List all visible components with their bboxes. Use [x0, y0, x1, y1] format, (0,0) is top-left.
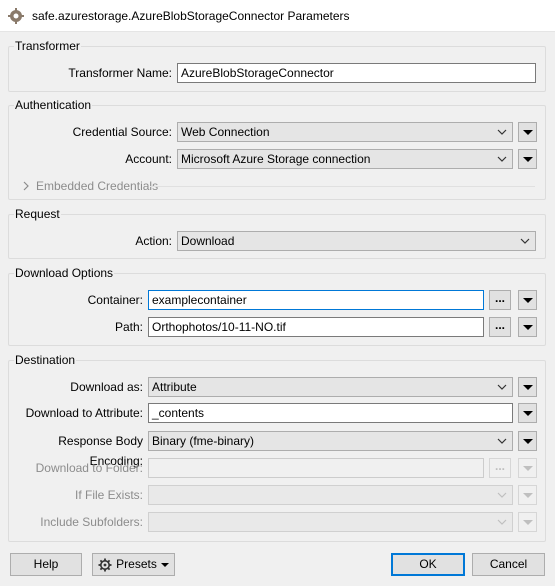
download-to-attribute-label: Download to Attribute:	[25, 406, 143, 420]
download-as-label: Download as:	[70, 380, 143, 394]
chevron-down-icon	[497, 384, 507, 390]
fme-app-icon	[8, 7, 24, 24]
chevron-right-icon	[23, 181, 29, 191]
title-bar: safe.azurestorage.AzureBlobStorageConnec…	[0, 0, 555, 32]
container-browse-button[interactable]: ...	[489, 290, 511, 310]
gear-icon	[98, 558, 112, 571]
action-label: Action:	[135, 234, 172, 248]
window-title: safe.azurestorage.AzureBlobStorageConnec…	[32, 8, 350, 23]
download-as-menu-button[interactable]	[518, 377, 537, 397]
path-browse-button[interactable]: ...	[489, 317, 511, 337]
triangle-down-icon	[523, 411, 533, 416]
container-menu-button[interactable]	[518, 290, 537, 310]
include-subfolders-menu-button[interactable]	[518, 512, 537, 532]
download-as-value: Attribute	[152, 380, 197, 394]
if-file-exists-label: If File Exists:	[74, 488, 143, 502]
triangle-down-icon	[523, 466, 533, 471]
chevron-down-icon	[497, 129, 507, 135]
download-to-folder-label: Download to Folder:	[35, 461, 143, 475]
chevron-down-icon	[497, 492, 507, 498]
download-options-group-legend: Download Options	[14, 266, 115, 280]
action-select[interactable]: Download	[177, 231, 536, 251]
embedded-credentials-divider	[150, 186, 535, 187]
triangle-down-icon	[523, 493, 533, 498]
embedded-credentials-toggle[interactable]: Embedded Credentials	[22, 177, 158, 195]
download-as-select[interactable]: Attribute	[148, 377, 513, 397]
presets-label: Presets	[116, 557, 157, 571]
download-to-folder-menu-button[interactable]	[518, 458, 537, 478]
transformer-group-legend: Transformer	[14, 39, 81, 53]
triangle-down-icon	[523, 157, 533, 162]
triangle-down-icon	[523, 130, 533, 135]
download-to-attribute-input[interactable]: _contents	[148, 403, 513, 423]
action-value: Download	[181, 234, 235, 248]
chevron-down-icon	[497, 156, 507, 162]
download-to-folder-input[interactable]	[148, 458, 484, 478]
triangle-down-icon	[523, 298, 533, 303]
container-label: Container:	[87, 293, 143, 307]
response-body-encoding-value: Binary (fme-binary)	[152, 434, 255, 448]
transformer-name-input[interactable]: AzureBlobStorageConnector	[177, 63, 536, 83]
response-body-encoding-menu-button[interactable]	[518, 431, 537, 451]
download-to-attribute-menu-button[interactable]	[518, 403, 537, 423]
if-file-exists-select[interactable]	[148, 485, 513, 505]
credential-source-select[interactable]: Web Connection	[177, 122, 513, 142]
transformer-name-label: Transformer Name:	[68, 66, 172, 80]
include-subfolders-select[interactable]	[148, 512, 513, 532]
triangle-down-icon	[523, 325, 533, 330]
download-to-folder-browse-button[interactable]: ...	[489, 458, 511, 478]
cancel-button[interactable]: Cancel	[472, 553, 545, 576]
chevron-down-icon	[520, 238, 530, 244]
account-menu-button[interactable]	[518, 149, 537, 169]
chevron-down-icon	[497, 438, 507, 444]
authentication-group-legend: Authentication	[14, 98, 93, 112]
response-body-encoding-select[interactable]: Binary (fme-binary)	[148, 431, 513, 451]
request-group-legend: Request	[14, 207, 61, 221]
credential-source-menu-button[interactable]	[518, 122, 537, 142]
triangle-down-icon	[523, 385, 533, 390]
ok-button[interactable]: OK	[391, 553, 465, 576]
account-select[interactable]: Microsoft Azure Storage connection	[177, 149, 513, 169]
if-file-exists-menu-button[interactable]	[518, 485, 537, 505]
credential-source-value: Web Connection	[181, 125, 270, 139]
triangle-down-icon	[160, 562, 169, 567]
container-input[interactable]: examplecontainer	[148, 290, 484, 310]
account-value: Microsoft Azure Storage connection	[181, 152, 371, 166]
chevron-down-icon	[497, 519, 507, 525]
destination-group-legend: Destination	[14, 353, 77, 367]
account-label: Account:	[125, 152, 172, 166]
response-body-encoding-label: Response Body Encoding:	[58, 434, 143, 468]
embedded-credentials-label: Embedded Credentials	[36, 179, 159, 193]
path-label: Path:	[114, 320, 143, 334]
help-button[interactable]: Help	[10, 553, 82, 576]
include-subfolders-label: Include Subfolders:	[40, 515, 143, 529]
presets-button[interactable]: Presets	[92, 553, 175, 576]
path-input[interactable]: Orthophotos/10-11-NO.tif	[148, 317, 484, 337]
triangle-down-icon	[523, 520, 533, 525]
triangle-down-icon	[523, 439, 533, 444]
credential-source-label: Credential Source:	[72, 125, 172, 139]
path-menu-button[interactable]	[518, 317, 537, 337]
